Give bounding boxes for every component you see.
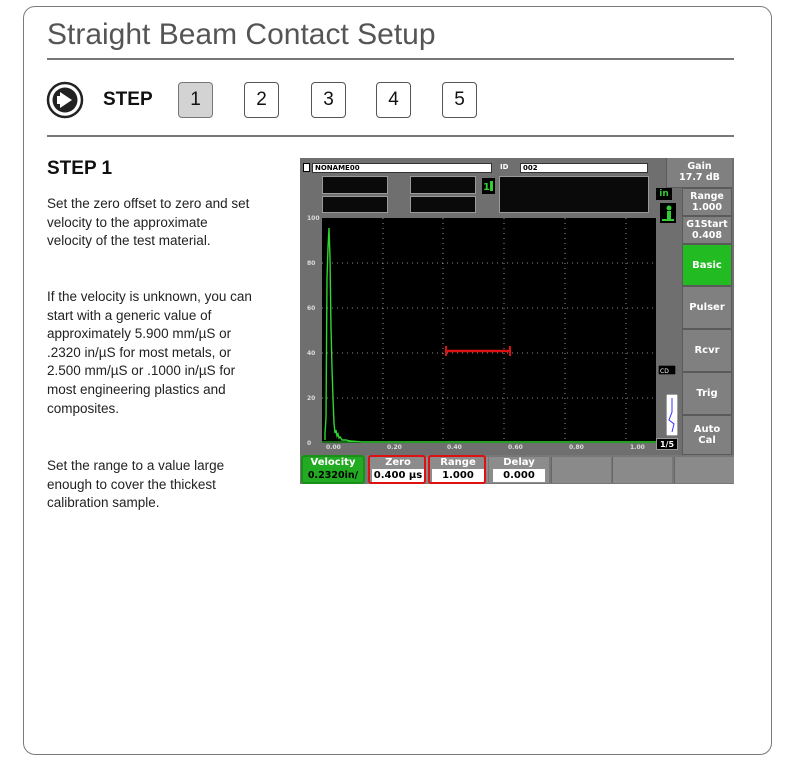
readout-box-1 [322, 176, 388, 194]
nav-divider [47, 135, 734, 137]
a-scan-plot [322, 218, 656, 443]
delay-label: Delay [503, 457, 535, 468]
readout-box-3 [410, 176, 476, 194]
y-tick-label: 80 [307, 260, 316, 267]
step-4-button[interactable]: 4 [376, 82, 411, 118]
x-tick-label: 1.00 [630, 444, 645, 451]
menu-rcvr-button[interactable]: Rcvr [682, 329, 732, 372]
g1start-label: G1Start [686, 219, 728, 230]
unit-indicator: in [656, 188, 672, 200]
menu-basic-button[interactable]: Basic [682, 244, 732, 286]
gate-mode-icon: 1 [482, 178, 495, 194]
y-tick-label: 40 [307, 350, 316, 357]
memory-card-icon: CD [658, 365, 676, 375]
title-divider [47, 58, 734, 60]
probe-icon [660, 203, 676, 223]
param-slot-6[interactable] [612, 457, 672, 483]
svg-text:CD: CD [660, 368, 669, 375]
file-name-field: NONAME00 [312, 163, 492, 173]
step-1-button[interactable]: 1 [178, 82, 213, 118]
g1start-value: 0.408 [691, 230, 723, 241]
y-tick-label: 0 [307, 440, 312, 447]
x-tick-label: 0.80 [569, 444, 584, 451]
x-tick-label: 0.60 [508, 444, 523, 451]
menu-pulser-button[interactable]: Pulser [682, 286, 732, 329]
menu-auto-cal-button[interactable]: Auto Cal [682, 415, 732, 455]
param-slot-7[interactable] [674, 457, 734, 483]
step-5-button[interactable]: 5 [442, 82, 477, 118]
param-slot-5[interactable] [551, 457, 611, 483]
readout-box-2 [322, 196, 388, 213]
range-readout-value: 1.000 [691, 202, 723, 213]
velocity-highlight [301, 455, 365, 484]
next-arrow-icon[interactable] [46, 81, 84, 119]
plot-gridlines [322, 218, 656, 443]
range-highlight [428, 455, 486, 484]
gate-1-marker[interactable] [445, 346, 511, 356]
range-readout[interactable]: Range 1.000 [682, 188, 732, 216]
step-nav-label: STEP [103, 89, 153, 110]
id-label: ID [500, 163, 509, 171]
instruction-paragraph-3: Set the range to a value large enough to… [47, 458, 225, 511]
gain-readout: Gain 17.7 dB [666, 158, 732, 188]
page-title: Straight Beam Contact Setup [47, 18, 436, 51]
y-tick-label: 100 [307, 215, 320, 222]
step-heading: STEP 1 [47, 158, 113, 179]
instrument-screen: NONAME00 ID 002 1 in Gain 17.7 dB Range … [300, 158, 734, 484]
delay-value: 0.000 [493, 469, 545, 482]
step-2-button[interactable]: 2 [244, 82, 279, 118]
range-readout-label: Range [690, 191, 724, 202]
y-tick-label: 60 [307, 305, 316, 312]
gain-label: Gain [687, 161, 712, 172]
file-icon [303, 163, 310, 172]
x-tick-label: 0.40 [447, 444, 462, 451]
a-scan-waveform [324, 227, 656, 443]
instruction-paragraph-2: If the velocity is unknown, you can star… [47, 289, 252, 416]
delay-param[interactable]: Delay 0.000 [489, 457, 549, 483]
step-3-button[interactable]: 3 [311, 82, 346, 118]
x-tick-label: 0.00 [326, 444, 341, 451]
instruction-paragraph-1: Set the zero offset to zero and set velo… [47, 196, 250, 249]
y-tick-label: 20 [307, 395, 316, 402]
zero-highlight [368, 455, 426, 484]
step-navigation: STEP 1 2 3 4 5 [46, 80, 746, 120]
battery-icon [666, 394, 678, 436]
menu-trig-button[interactable]: Trig [682, 372, 732, 415]
x-tick-label: 0.20 [387, 444, 402, 451]
a-scan-svg [322, 218, 656, 443]
measurement-display [499, 176, 649, 213]
id-field: 002 [520, 163, 648, 173]
g1start-readout[interactable]: G1Start 0.408 [682, 216, 732, 244]
page-indicator: 1/5 [656, 438, 678, 450]
svg-text:1: 1 [483, 182, 490, 193]
readout-box-4 [410, 196, 476, 213]
gain-value: 17.7 dB [679, 172, 720, 183]
